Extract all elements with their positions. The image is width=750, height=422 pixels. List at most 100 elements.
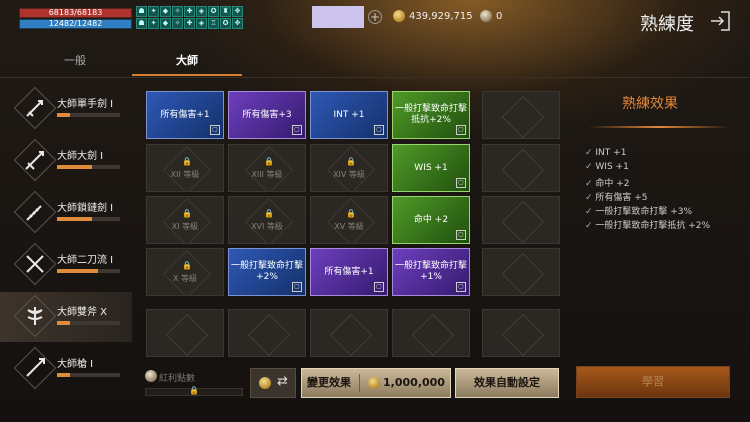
gold-coin-icon [393,10,405,22]
greatsword-icon [25,151,44,170]
weapon-name: 大師鎖鏈劍 Ⅰ [57,203,114,214]
locked-slot[interactable]: 🔒 XI 等級 [146,196,224,244]
empty-slot[interactable] [392,309,470,357]
empty-slot[interactable] [482,91,560,139]
weapon-name: 大師單手劍 Ⅰ [57,99,114,110]
weapon-progress-fill [57,373,70,377]
exit-icon[interactable] [708,9,732,33]
effect-slot[interactable]: 所有傷害+1 ▢ [310,248,388,296]
bonus-coin-icon [145,370,157,382]
tab-master[interactable]: 大師 [132,48,242,76]
effects-title: 熟練效果 [622,96,678,112]
weapon-item[interactable]: 大師鎖鏈劍 Ⅰ [0,188,132,238]
buff-icon[interactable]: ◈ [196,18,207,29]
gold-coin-icon [259,377,271,389]
weapon-item[interactable]: 大師單手劍 Ⅰ [0,84,132,134]
add-currency-button[interactable]: + [368,10,382,24]
buff-icon[interactable]: ♜ [220,6,231,17]
tab-general[interactable]: 一般 [20,48,130,76]
buff-icon[interactable]: ✪ [208,6,219,17]
buff-icon[interactable]: ✦ [148,6,159,17]
buff-icons[interactable]: ☗ ✦ ◆ ✧ ✚ ◈ ✪ ♜ ✥ ☗ ✦ ◆ ✧ ✚ ◈ ♖ ✪ ✥ [136,6,246,31]
buff-icon[interactable]: ◆ [160,6,171,17]
empty-slot[interactable] [482,196,560,244]
lock-icon: 🔒 [264,157,274,166]
learn-button[interactable]: 學習 [576,366,730,398]
effect-item: 命中 +2 [585,176,629,189]
effect-slot[interactable]: 所有傷害+3 ▢ [228,91,306,139]
slot-requirement: X 等級 [172,274,198,283]
slot-requirement: XVI 等級 [251,222,283,231]
empty-slot[interactable] [146,309,224,357]
slot-badge-icon: ▢ [456,178,466,188]
locked-slot[interactable]: 🔒 X 等級 [146,248,224,296]
buff-icon[interactable]: ◈ [196,6,207,17]
buff-icon[interactable]: ✥ [232,6,243,17]
weapon-item[interactable]: 大師大劍 Ⅰ [0,136,132,186]
slot-requirement: XIII 等級 [251,170,283,179]
weapon-progress-bar [57,269,120,273]
silver-currency: 0 [480,10,502,22]
empty-slot[interactable] [482,144,560,192]
empty-slot[interactable] [482,248,560,296]
empty-slot[interactable] [228,309,306,357]
effect-slot[interactable]: INT +1 ▢ [310,91,388,139]
effect-slot[interactable]: 命中 +2 ▢ [392,196,470,244]
weapon-icon-frame [13,294,57,338]
lock-icon: 🔒 [346,209,356,218]
weapon-name: 大師槍 Ⅰ [57,359,94,370]
weapon-icon-frame [13,86,57,130]
buff-icon[interactable]: ✧ [172,18,183,29]
spear-icon [26,358,45,377]
effect-slot[interactable]: 一般打擊致命打擊+1% ▢ [392,248,470,296]
buff-icon[interactable]: ✪ [220,18,231,29]
locked-slot[interactable]: 🔒 XIV 等級 [310,144,388,192]
lock-icon: 🔒 [182,261,192,270]
swap-currency-button[interactable]: ⇄ [250,368,296,398]
empty-slot[interactable] [310,309,388,357]
tab-divider [0,77,750,78]
sword-icon [26,100,43,117]
weapon-icon-frame [13,346,57,390]
auto-set-button[interactable]: 效果自動設定 [455,368,559,398]
double-axe-icon [27,307,43,325]
buff-icon[interactable]: ☗ [136,18,147,29]
silver-amount: 0 [496,10,503,22]
weapon-name: 大師雙斧 Ⅹ [57,307,108,318]
locked-slot[interactable]: 🔒 XVI 等級 [228,196,306,244]
change-effect-button[interactable]: 變更效果 1,000,000 [301,368,451,398]
effect-item: 一般打擊致命打擊抵抗 +2% [585,218,710,231]
effect-slot[interactable]: 所有傷害+1 ▢ [146,91,224,139]
buff-icon[interactable]: ✥ [232,18,243,29]
buff-icon[interactable]: ☗ [136,6,147,17]
silver-coin-icon [480,10,492,22]
slot-badge-icon: ▢ [456,230,466,240]
buff-icon[interactable]: ✚ [184,18,195,29]
weapon-name: 大師二刀流 Ⅰ [57,255,114,266]
weapon-icon-frame [13,138,57,182]
swap-arrows-icon: ⇄ [277,374,288,389]
empty-slot[interactable] [482,309,560,357]
effect-slot[interactable]: 一般打擊致命打擊+2% ▢ [228,248,306,296]
weapon-progress-fill [57,321,70,325]
weapon-icon-frame [13,190,57,234]
bonus-points-label: 紅利點數 [159,374,196,384]
weapon-item[interactable]: 大師二刀流 Ⅰ [0,240,132,290]
weapon-item[interactable]: 大師槍 Ⅰ [0,344,132,394]
locked-slot[interactable]: 🔒 XV 等級 [310,196,388,244]
locked-slot[interactable]: 🔒 XIII 等級 [228,144,306,192]
locked-slot[interactable]: 🔒 XII 等級 [146,144,224,192]
name-plate-swatch[interactable] [312,6,364,28]
slot-badge-icon: ▢ [210,125,220,135]
effect-slot[interactable]: WIS +1 ▢ [392,144,470,192]
weapon-progress-fill [57,269,98,273]
buff-icon[interactable]: ✚ [184,6,195,17]
buff-icon[interactable]: ◆ [160,18,171,29]
buff-icon[interactable]: ✧ [172,6,183,17]
effect-slot[interactable]: 一般打擊致命打擊抵抗+2% ▢ [392,91,470,139]
buff-icon[interactable]: ✦ [148,18,159,29]
buff-icon[interactable]: ♖ [208,18,219,29]
lock-icon: 🔒 [182,209,192,218]
weapon-item[interactable]: 大師雙斧 Ⅹ [0,292,132,342]
weapon-name: 大師大劍 Ⅰ [57,151,104,162]
